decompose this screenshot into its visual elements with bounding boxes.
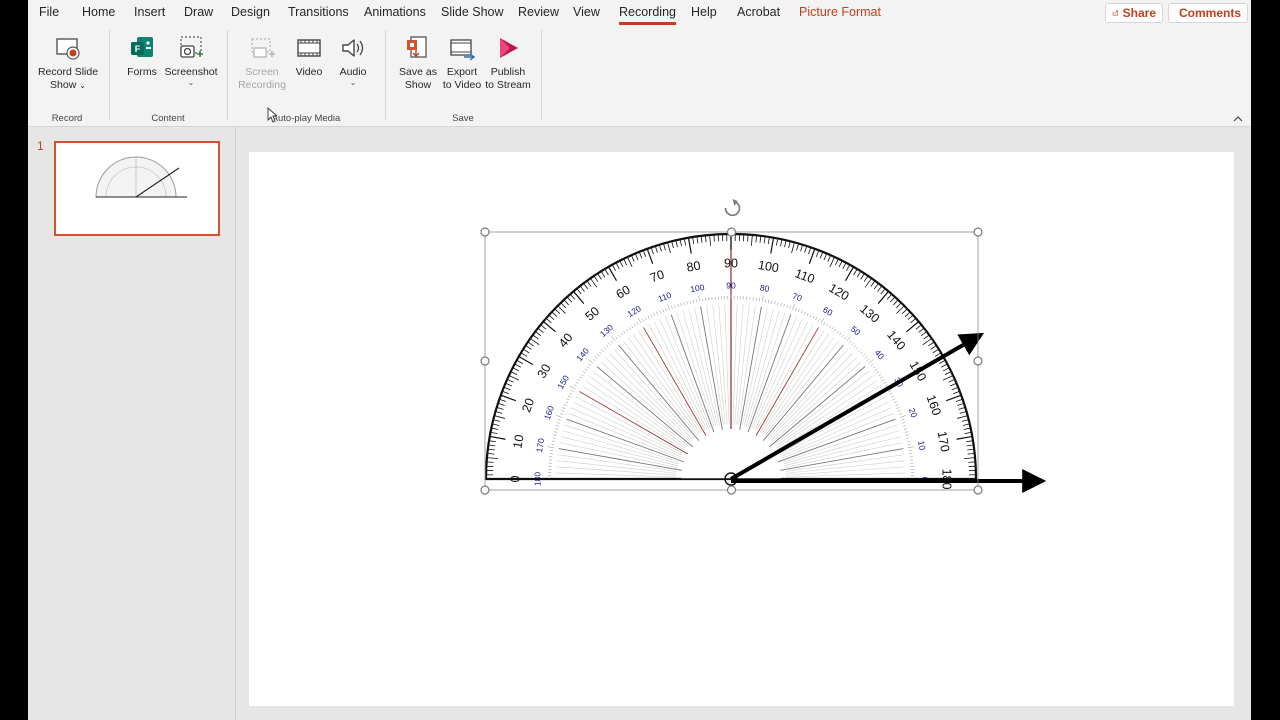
tab-review[interactable]: Review [518, 5, 559, 19]
protractor-outer-label: 80 [685, 258, 701, 274]
publish-to-stream-label: Publish [490, 66, 526, 78]
resize-handle[interactable] [973, 356, 983, 366]
screenshot-icon [180, 36, 203, 58]
video-button[interactable]: Video [291, 34, 327, 79]
chevron-down-icon: ⌄ [187, 78, 195, 87]
rotate-handle-icon[interactable] [724, 199, 741, 217]
share-button[interactable]: Share [1105, 3, 1163, 23]
share-icon [1112, 10, 1118, 16]
tab-slide-show[interactable]: Slide Show [441, 5, 504, 19]
slide-content: 0102030405060708090100110120130140150160… [480, 199, 1047, 495]
screenshot-button[interactable]: Screenshot ⌄ [164, 34, 218, 87]
group-label-content: Content [151, 113, 185, 124]
tab-draw[interactable]: Draw [184, 5, 213, 19]
powerpoint-window: File Home Insert Draw Design Transitions… [28, 0, 1251, 720]
record-slide-show-label-2: Show [50, 79, 77, 91]
resize-handle[interactable] [480, 227, 490, 237]
screen-recording-label-2: Recording [238, 79, 286, 91]
screen-recording-label: Screen [245, 66, 279, 78]
save-as-show-label: Save as [399, 66, 437, 78]
publish-to-stream-label-2: to Stream [485, 79, 531, 91]
protractor-image[interactable]: 0102030405060708090100110120130140150160… [484, 232, 1047, 493]
speaker-icon [342, 39, 364, 57]
resize-handle[interactable] [480, 485, 490, 495]
protractor-inner-label: 80 [759, 282, 770, 294]
audio-button[interactable]: Audio ⌄ [334, 34, 372, 87]
forms-icon: F [131, 37, 153, 57]
menu-bar: File Home Insert Draw Design Transitions… [28, 0, 1251, 26]
comments-button[interactable]: Comments [1168, 3, 1248, 23]
slide-thumbnail-pane: 1 [28, 127, 236, 720]
forms-button[interactable]: F Forms [122, 34, 162, 79]
tab-view[interactable]: View [573, 5, 600, 19]
resize-handle[interactable] [726, 227, 737, 237]
audio-label: Audio [339, 66, 367, 78]
save-as-show-icon [407, 36, 427, 58]
group-separator [227, 30, 228, 120]
resize-handle[interactable] [973, 485, 983, 495]
tab-help[interactable]: Help [691, 5, 717, 19]
comments-label: Comments [1179, 6, 1242, 20]
forms-label: Forms [127, 66, 157, 78]
export-to-video-label-2: to Video [442, 79, 482, 91]
group-label-autoplay: Auto-play Media [271, 113, 341, 124]
tab-insert[interactable]: Insert [134, 5, 165, 19]
export-to-video-button[interactable]: Export to Video [440, 34, 484, 92]
group-separator [541, 30, 542, 120]
record-slide-show-label: Record Slide [37, 66, 99, 78]
export-video-icon [450, 39, 476, 61]
tab-home[interactable]: Home [82, 5, 115, 19]
publish-to-stream-button[interactable]: Publish to Stream [484, 34, 532, 92]
save-as-show-button[interactable]: Save as Show [396, 34, 440, 92]
slide-number: 1 [37, 139, 44, 153]
tab-design[interactable]: Design [231, 5, 270, 19]
group-label-save: Save [452, 113, 474, 124]
chevron-down-icon: ⌄ [349, 78, 357, 87]
chevron-up-icon[interactable] [1233, 115, 1243, 123]
tab-animations[interactable]: Animations [364, 5, 426, 19]
video-icon [297, 39, 321, 57]
resize-handle[interactable] [480, 356, 490, 366]
save-as-show-label-2: Show [404, 79, 432, 91]
record-slide-show-button[interactable]: Record Slide Show ⌄ [34, 34, 102, 92]
ribbon: Record Slide Show ⌄ Record F Forms Scree… [28, 26, 1251, 127]
protractor-outer-label: 90 [724, 256, 738, 270]
record-slide-show-icon [56, 38, 80, 60]
svg-text:F: F [135, 44, 141, 54]
tab-transitions[interactable]: Transitions [288, 5, 349, 19]
group-label-record: Record [51, 113, 83, 124]
tab-acrobat[interactable]: Acrobat [737, 5, 780, 19]
stream-icon [500, 38, 518, 58]
mouse-cursor-icon [267, 107, 277, 123]
tab-recording[interactable]: Recording [619, 5, 676, 25]
slide-canvas[interactable]: 0102030405060708090100110120130140150160… [249, 152, 1234, 706]
protractor-thumbnail-image [95, 156, 187, 198]
video-label: Video [295, 66, 323, 78]
screenshot-label: Screenshot [164, 66, 218, 78]
slide-thumbnail[interactable] [54, 141, 220, 236]
group-separator [109, 30, 110, 120]
protractor-inner-label: 10 [916, 440, 928, 451]
resize-handle[interactable] [726, 485, 737, 495]
screen-recording-button[interactable]: Screen Recording [236, 34, 288, 92]
resize-handle[interactable] [973, 227, 983, 237]
group-separator [385, 30, 386, 120]
tab-file[interactable]: File [39, 5, 59, 19]
protractor-inner-label: 90 [726, 280, 736, 290]
screen-recording-icon [251, 38, 275, 58]
tab-picture-format[interactable]: Picture Format [799, 5, 881, 19]
protractor-outer-label: 10 [510, 433, 526, 449]
export-to-video-label: Export [446, 66, 478, 78]
share-label: Share [1122, 6, 1156, 20]
